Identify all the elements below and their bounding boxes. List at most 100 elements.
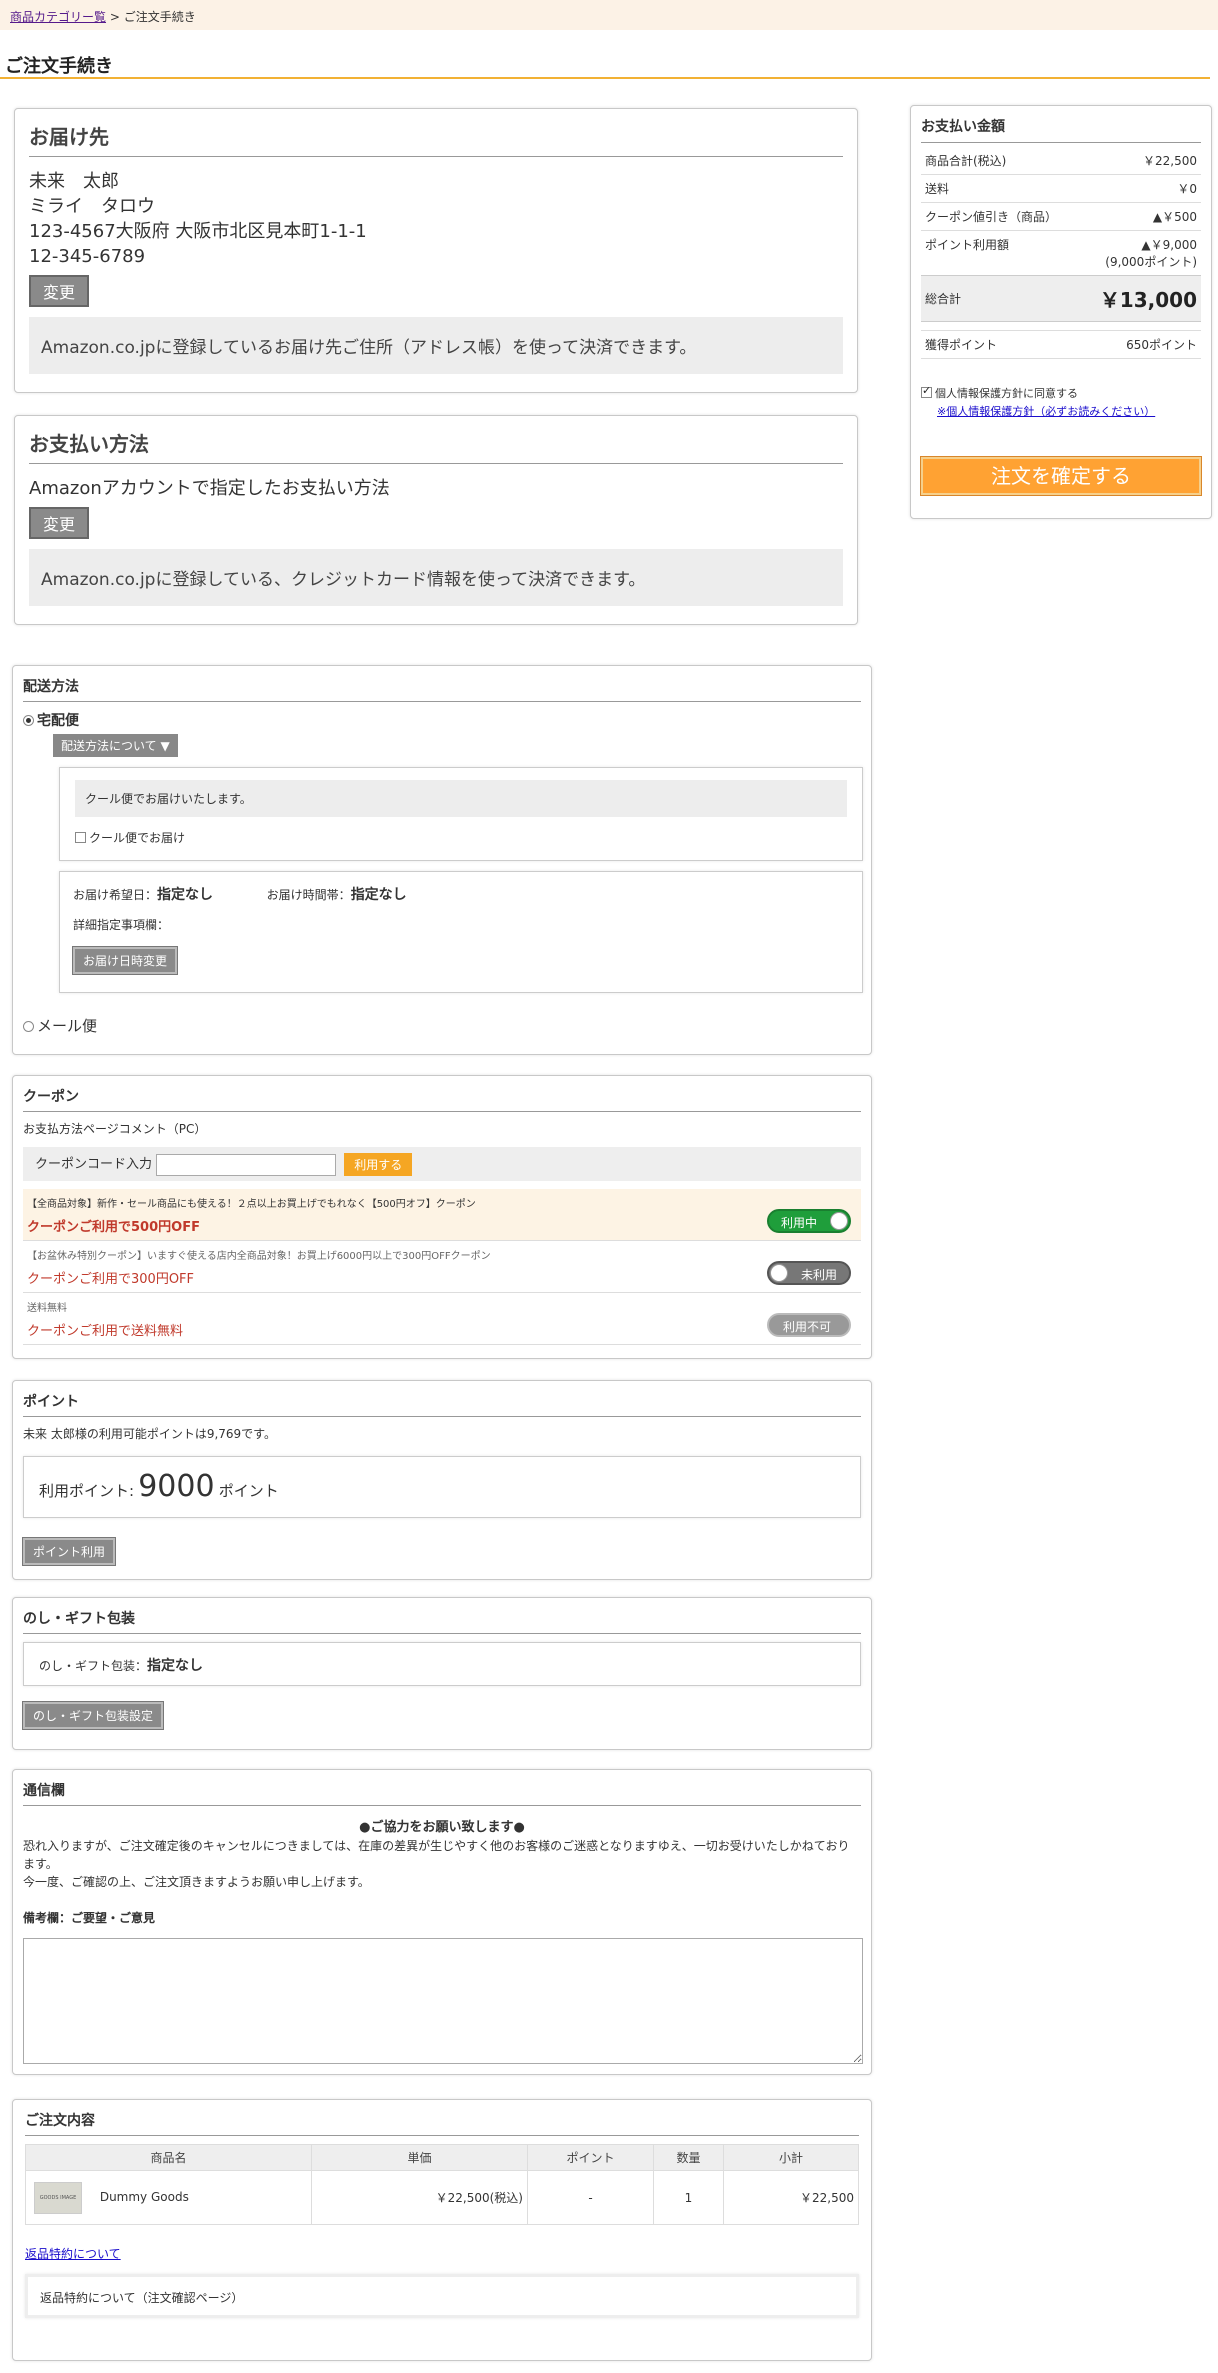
breadcrumb: 商品カテゴリー覧 > ご注文手続き (0, 0, 1218, 30)
summary-row-coupon: クーポン値引き（商品） ▲￥500 (921, 203, 1201, 231)
gift-settings-button[interactable]: のし・ギフト包装設定 (21, 1701, 165, 1730)
coupon-apply-button[interactable]: 利用する (344, 1153, 413, 1176)
coupon-code-row: クーポンコード入力 利用する (23, 1147, 861, 1181)
remarks-textarea[interactable] (23, 1938, 863, 2064)
breadcrumb-link-category[interactable]: 商品カテゴリー覧 (10, 10, 106, 24)
coupon-panel: クーポン お支払方法ページコメント（PC） クーポンコード入力 利用する 【全商… (12, 1075, 872, 1359)
col-quantity: 数量 (653, 2144, 724, 2171)
summary-value: ￥22,500 (1143, 154, 1197, 168)
return-policy-link[interactable]: 返品特約について (25, 2247, 121, 2261)
coupon-item-title: クーポンご利用で300円OFF (27, 1272, 195, 1287)
confirm-order-label: 注文を確定する (991, 464, 1131, 488)
address-line: 123-4567大阪府 大阪市北区見本町1-1-1 (29, 221, 367, 242)
change-address-button[interactable]: 変更 (29, 275, 90, 307)
delivery-address-panel: お届け先 未来 太郎 ミライ タロウ 123-4567大阪府 大阪市北区見本町1… (14, 108, 858, 393)
delivery-date-value: 指定なし (157, 887, 214, 903)
coupon-item: 【全商品対象】新作・セール商品にも使える！２点以上お買上げでもれなく【500円オ… (23, 1189, 861, 1241)
gift-label: のし・ギフト包装： (39, 1659, 148, 1673)
delivery-detail-label: 詳細指定事項欄： (73, 918, 170, 932)
points-unit: ポイント (218, 1482, 279, 1500)
payment-method-panel: お支払い方法 Amazonアカウントで指定したお支払い方法 変更 Amazon.… (14, 415, 858, 625)
coupon-toggle-on[interactable]: 利用中 (767, 1209, 851, 1233)
coupon-heading: クーポン (23, 1086, 861, 1112)
product-price: ￥22,500(税込) (311, 2170, 528, 2225)
order-heading: ご注文内容 (25, 2110, 859, 2136)
coupon-item: 送料無料 クーポンご利用で送料無料 利用不可 (23, 1293, 861, 1345)
coupon-toggle-label: 利用中 (781, 1216, 818, 1230)
confirm-order-button[interactable]: 注文を確定する (920, 456, 1202, 496)
address-name: 未来 太郎 (29, 171, 119, 192)
gift-heading: のし・ギフト包装 (23, 1608, 861, 1634)
coupon-item-title: クーポンご利用で送料無料 (27, 1324, 184, 1339)
payment-method-heading: お支払い方法 (29, 428, 843, 464)
coupon-toggle-label: 利用不可 (783, 1320, 832, 1334)
coupon-item-desc: 【お盆休み特別クーポン】いますぐ使える店内全商品対象！お買上げ6000円以上で3… (27, 1251, 491, 1262)
payment-note: Amazon.co.jpに登録している、クレジットカード情報を使って決済できます… (29, 549, 843, 606)
product-name: Dummy Goods (99, 2190, 189, 2204)
shipping-option-takkyubin-radio[interactable] (23, 715, 34, 726)
privacy-agree-checkbox[interactable] (921, 384, 932, 398)
message-panel: 通信欄 ●ご協力をお願い致します● 恐れ入りますが、ご注文確定後のキャンセルにつ… (12, 1769, 872, 2075)
summary-total-value: ￥13,000 (1099, 288, 1197, 312)
message-heading: 通信欄 (23, 1780, 861, 1806)
product-point: - (527, 2170, 654, 2225)
summary-label: 商品合計(税込) (925, 154, 1007, 168)
coupon-item: 【お盆休み特別クーポン】いますぐ使える店内全商品対象！お買上げ6000円以上で3… (23, 1241, 861, 1293)
coupon-item-desc: 送料無料 (27, 1303, 67, 1314)
delivery-time-value: 指定なし (350, 887, 407, 903)
points-panel: ポイント 未来 太郎様の利用可能ポイントは9,769です。 利用ポイント: 90… (12, 1380, 872, 1580)
summary-row-subtotal: 商品合計(税込) ￥22,500 (921, 147, 1201, 175)
summary-earn-label: 獲得ポイント (925, 338, 998, 352)
change-delivery-datetime-button[interactable]: お届け日時変更 (71, 946, 179, 975)
order-panel: ご注文内容 商品名 単価 ポイント 数量 小計 GOODS IMAGE Dumm… (12, 2099, 872, 2361)
shipping-option-takkyubin-label: 宅配便 (37, 713, 79, 729)
shipping-panel: 配送方法 宅配便 配送方法について ▼ クール便でお届けいたします。 クール便で… (12, 665, 872, 1055)
summary-total-label: 総合計 (925, 292, 962, 306)
breadcrumb-separator: > (109, 10, 120, 24)
address-note: Amazon.co.jpに登録しているお届け先ご住所（アドレス帳）を使って決済で… (29, 317, 843, 374)
cool-delivery-checkbox[interactable] (75, 832, 86, 843)
summary-value: ￥0 (1177, 182, 1197, 196)
coupon-item-title: クーポンご利用で500円OFF (27, 1220, 200, 1235)
order-table: 商品名 単価 ポイント 数量 小計 GOODS IMAGE Dummy Good… (25, 2144, 859, 2225)
product-thumbnail[interactable]: GOODS IMAGE (34, 2181, 82, 2214)
summary-row-total: 総合計 ￥13,000 (921, 275, 1201, 322)
gift-panel: のし・ギフト包装 のし・ギフト包装：指定なし のし・ギフト包装設定 (12, 1597, 872, 1750)
table-row: GOODS IMAGE Dummy Goods ￥22,500(税込) - 1 … (25, 2170, 859, 2225)
delivery-time-label: お届け時間帯： (266, 888, 351, 902)
order-table-header: 商品名 単価 ポイント 数量 小計 (25, 2144, 859, 2171)
message-body-2: 今一度、ご確認の上、ご注文頂きますようお願い申し上げます。 (23, 1875, 370, 1889)
product-quantity: 1 (653, 2170, 724, 2225)
coupon-comment: お支払方法ページコメント（PC） (23, 1122, 207, 1136)
shipping-about-button[interactable]: 配送方法について ▼ (53, 734, 178, 757)
summary-heading: お支払い金額 (921, 116, 1201, 143)
cool-note: クール便でお届けいたします。 (75, 780, 847, 817)
summary-value: ▲￥9,000 (1141, 238, 1197, 252)
payment-method-text: Amazonアカウントで指定したお支払い方法 (29, 478, 390, 499)
points-use-box: 利用ポイント: 9000 ポイント (23, 1456, 861, 1518)
col-product-name: 商品名 (25, 2144, 312, 2171)
payment-summary-panel: お支払い金額 商品合計(税込) ￥22,500 送料 ￥0 クーポン値引き（商品… (910, 105, 1212, 519)
col-unit-price: 単価 (311, 2144, 528, 2171)
page-title: ご注文手続き (5, 56, 113, 77)
summary-earn-value: 650ポイント (1126, 338, 1197, 352)
coupon-code-input[interactable] (156, 1153, 337, 1176)
summary-row-earn: 獲得ポイント 650ポイント (921, 330, 1201, 359)
shipping-option-mail-radio[interactable] (23, 1021, 34, 1032)
col-point: ポイント (527, 2144, 654, 2171)
shipping-option-mail-label: メール便 (37, 1017, 98, 1035)
address-kana: ミライ タロウ (29, 196, 155, 217)
breadcrumb-current: ご注文手続き (123, 10, 196, 24)
gift-value: 指定なし (147, 1658, 204, 1674)
summary-label: ポイント利用額 (925, 238, 1010, 252)
coupon-toggle-off[interactable]: 未利用 (767, 1261, 851, 1285)
shipping-heading: 配送方法 (23, 676, 861, 702)
return-policy-box: 返品特約について（注文確認ページ） (25, 2274, 859, 2318)
use-points-button[interactable]: ポイント利用 (21, 1537, 117, 1566)
change-payment-button[interactable]: 変更 (29, 507, 90, 539)
delivery-address-heading: お届け先 (29, 121, 843, 157)
privacy-policy-link[interactable]: ※個人情報保護方針（必ずお読みください） (937, 405, 1155, 418)
summary-value: ▲￥500 (1152, 210, 1197, 224)
summary-row-points: ポイント利用額 ▲￥9,000 (9,000ポイント) (921, 231, 1201, 275)
message-request: ●ご協力をお願い致します● (359, 1820, 525, 1835)
